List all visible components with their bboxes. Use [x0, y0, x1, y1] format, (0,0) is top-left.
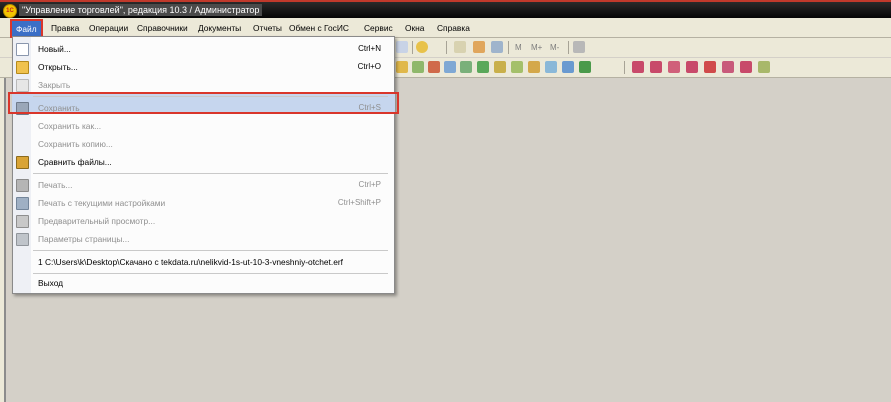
menu-item-label: Новый... [38, 44, 71, 54]
menu-item-label: Предварительный просмотр... [38, 216, 156, 226]
calculator-icon[interactable] [454, 41, 466, 53]
menu-item-label: Сохранить как... [38, 121, 102, 131]
tools-icon[interactable] [573, 41, 585, 53]
toolbar-action-icon[interactable] [511, 61, 523, 73]
menu-service[interactable]: Сервис [364, 22, 393, 34]
toolbar-report-icon[interactable] [758, 61, 770, 73]
toolbar-report-icon[interactable] [722, 61, 734, 73]
open-folder-icon [16, 61, 29, 74]
menu-documents[interactable]: Документы [198, 22, 241, 34]
menu-item-label: Сохранить копию... [38, 139, 113, 149]
menu-item-print-preview[interactable]: Предварительный просмотр... [13, 212, 394, 230]
toolbar-separator [624, 61, 625, 74]
menu-item-exit[interactable]: Выход [13, 274, 394, 292]
toolbar-report-icon[interactable] [686, 61, 698, 73]
toolbar-report-icon[interactable] [704, 61, 716, 73]
toolbar-action-icon[interactable] [545, 61, 557, 73]
calendar-icon[interactable] [473, 41, 485, 53]
menu-item-label: Печать... [38, 180, 73, 190]
menu-windows[interactable]: Окна [405, 22, 424, 34]
menu-gosis-exchange[interactable]: Обмен с ГосИС [289, 22, 349, 34]
menu-item-new[interactable]: Новый... Ctrl+N [13, 40, 394, 58]
menu-item-shortcut: Ctrl+O [357, 62, 381, 71]
toolbar-separator [508, 41, 509, 54]
toolbar-action-icon[interactable] [562, 61, 574, 73]
menu-reports[interactable]: Отчеты [253, 22, 282, 34]
menu-bar: Файл Правка Операции Справочники Докумен… [0, 18, 891, 39]
menu-item-recent-file[interactable]: 1 C:\Users\k\Desktop\Скачано с tekdata.r… [13, 253, 394, 271]
window-title: "Управление торговлей", редакция 10.3 / … [19, 4, 263, 16]
info-icon[interactable] [416, 41, 428, 53]
menu-edit[interactable]: Правка [51, 22, 79, 34]
toolbar-action-icon[interactable] [494, 61, 506, 73]
toolbar-report-icon[interactable] [632, 61, 644, 73]
menu-separator [33, 173, 388, 174]
menu-item-shortcut: Ctrl+N [358, 44, 381, 53]
memory-minus-button[interactable]: M- [550, 43, 559, 52]
file-menu-dropdown: Новый... Ctrl+N Открыть... Ctrl+O Закрыт… [8, 36, 399, 294]
new-document-icon [16, 43, 29, 56]
menu-help[interactable]: Справка [437, 22, 470, 34]
toolbar-action-icon[interactable] [396, 61, 408, 73]
compare-files-icon [16, 156, 29, 169]
menu-item-shortcut: Ctrl+P [358, 180, 381, 189]
close-document-icon [16, 79, 29, 92]
toolbar-action-icon[interactable] [528, 61, 540, 73]
menu-item-compare-files[interactable]: Сравнить файлы... [13, 153, 394, 171]
page-setup-icon [16, 233, 29, 246]
toolbar-report-icon[interactable] [650, 61, 662, 73]
toolbar-action-icon[interactable] [412, 61, 424, 73]
print-settings-icon [16, 197, 29, 210]
menu-item-save-as[interactable]: Сохранить как... [13, 117, 394, 135]
toolbar-report-icon[interactable] [668, 61, 680, 73]
toolbar-action-icon[interactable] [428, 61, 440, 73]
menu-operations[interactable]: Операции [89, 22, 128, 34]
menu-item-label: Сравнить файлы... [38, 157, 112, 167]
menu-item-label: Выход [38, 278, 64, 288]
toolbar-action-icon[interactable] [460, 61, 472, 73]
menu-item-label: 1 C:\Users\k\Desktop\Скачано с tekdata.r… [38, 257, 343, 267]
toolbar-action-icon[interactable] [579, 61, 591, 73]
open-item-highlight-box [8, 92, 399, 114]
toolbar-action-icon[interactable] [477, 61, 489, 73]
menu-item-print-current[interactable]: Печать с текущими настройками Ctrl+Shift… [13, 194, 394, 212]
menu-item-label: Параметры страницы... [38, 234, 130, 244]
menu-item-shortcut: Ctrl+Shift+P [337, 198, 381, 207]
app-logo-icon: 1С [3, 4, 17, 18]
menu-item-save-copy[interactable]: Сохранить копию... [13, 135, 394, 153]
print-preview-icon [16, 215, 29, 228]
menu-catalogs[interactable]: Справочники [137, 22, 188, 34]
toolbar-separator [446, 41, 447, 54]
users-icon[interactable] [491, 41, 503, 53]
toolbar-action-icon[interactable] [444, 61, 456, 73]
menu-item-open[interactable]: Открыть... Ctrl+O [13, 58, 394, 76]
toolbar-separator [568, 41, 569, 54]
print-icon [16, 179, 29, 192]
memory-button[interactable]: M [515, 43, 522, 52]
menu-item-label: Закрыть [38, 80, 71, 90]
toolbar-separator [412, 41, 413, 54]
menu-item-label: Печать с текущими настройками [38, 198, 166, 208]
menu-item-label: Открыть... [38, 62, 78, 72]
menu-item-page-setup[interactable]: Параметры страницы... [13, 230, 394, 248]
menu-item-print[interactable]: Печать... Ctrl+P [13, 176, 394, 194]
window-icon[interactable] [396, 41, 408, 53]
toolbar-report-icon[interactable] [740, 61, 752, 73]
menu-separator [33, 250, 388, 251]
memory-plus-button[interactable]: M+ [531, 43, 542, 52]
title-bar: 1С "Управление торговлей", редакция 10.3… [0, 0, 891, 18]
